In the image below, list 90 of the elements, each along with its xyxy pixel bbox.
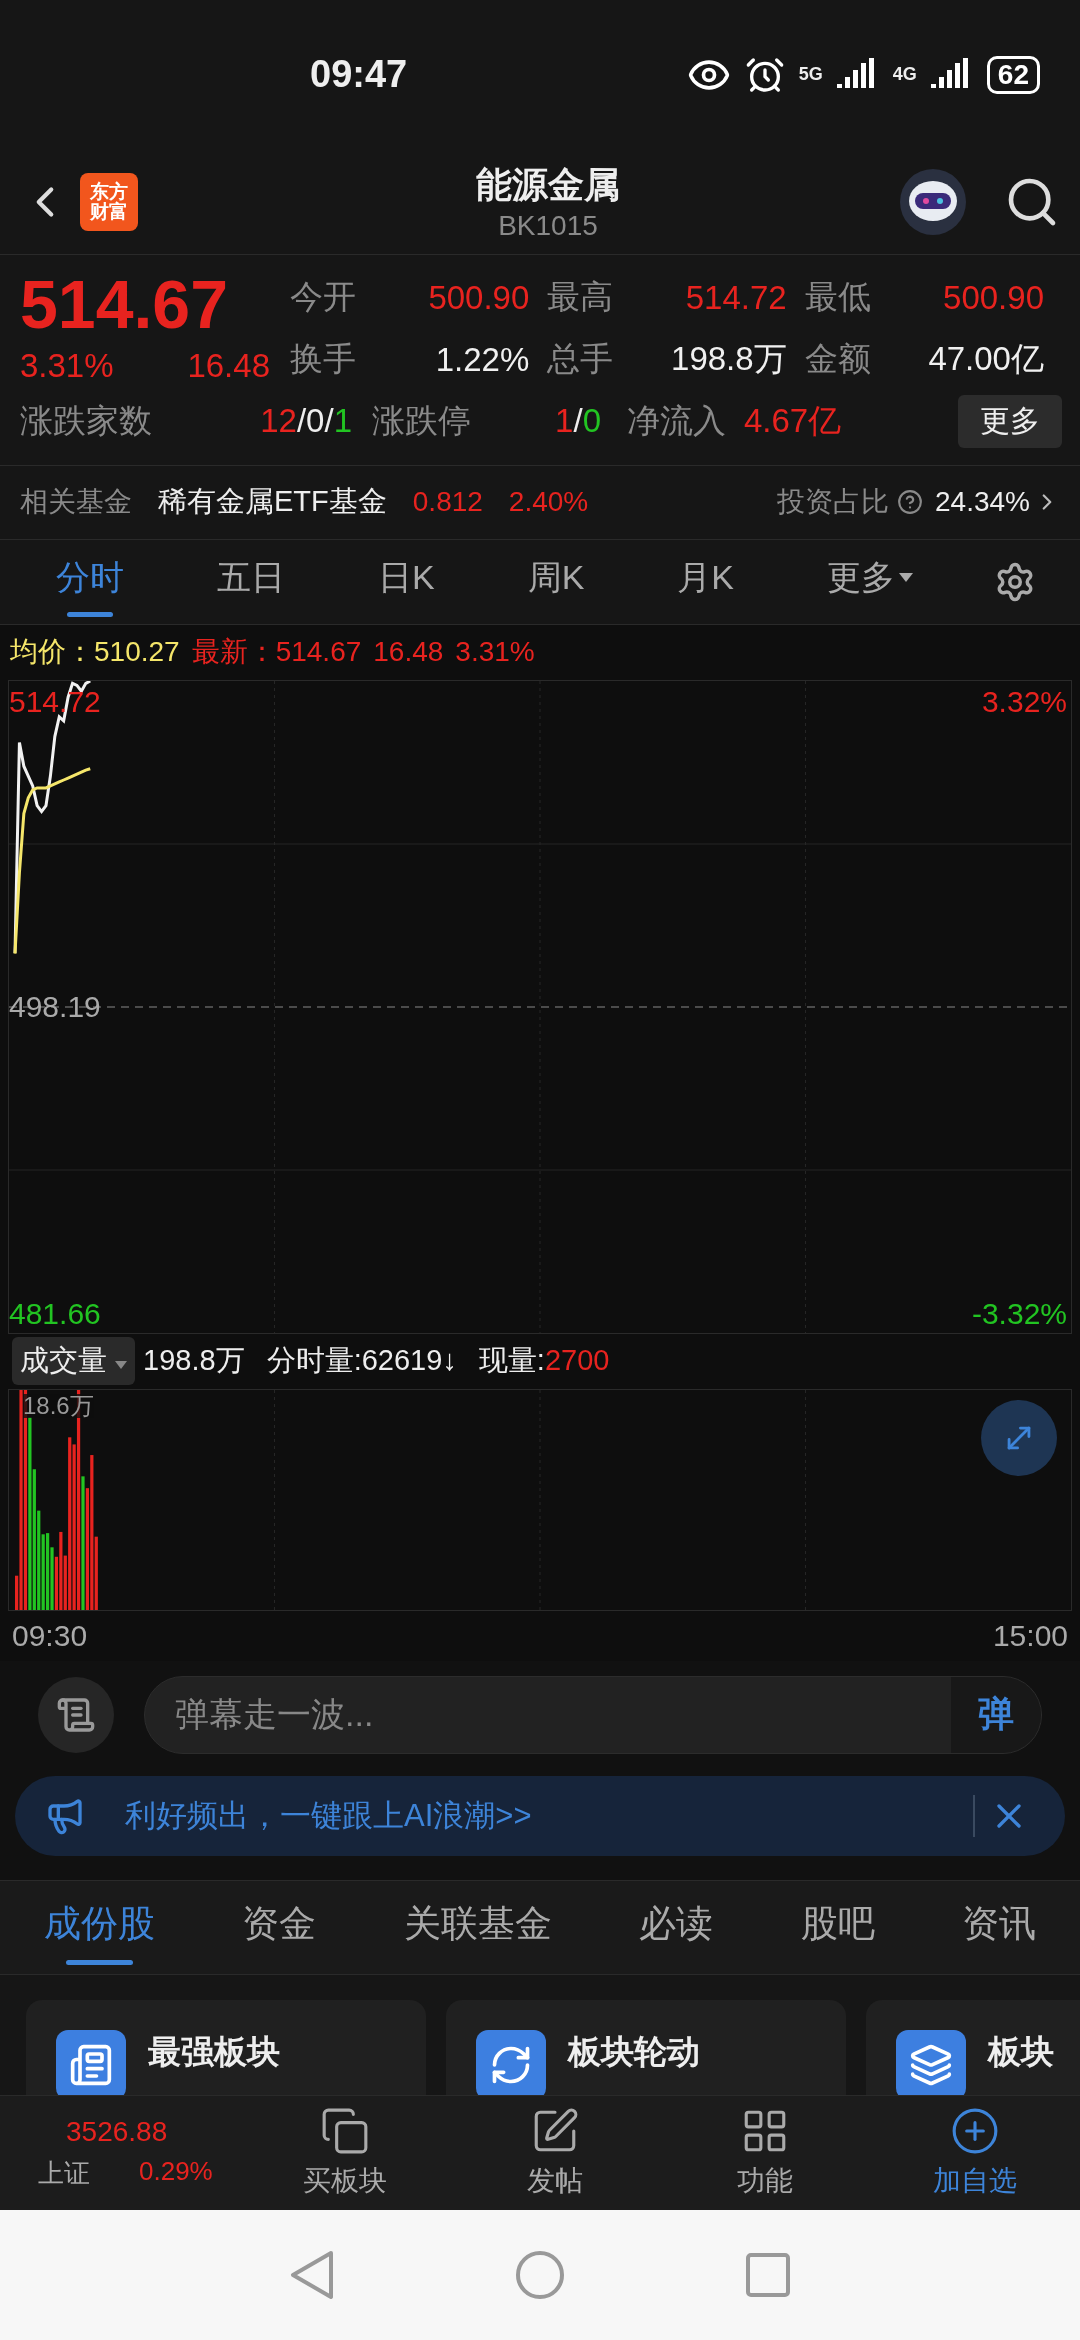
section-tab[interactable]: 资讯 <box>950 1890 1049 1965</box>
stat-value: 500.90 <box>942 278 1045 317</box>
average-price: 510.27 <box>94 636 180 668</box>
layers-icon <box>896 2030 966 2096</box>
latest-label: 最新： <box>191 635 276 669</box>
help-icon[interactable] <box>897 489 924 516</box>
ratio-value: 24.34% <box>935 486 1030 519</box>
network-label: 4G <box>892 64 917 86</box>
nav-item[interactable]: 买板块 <box>240 2105 450 2202</box>
caret-icon <box>898 572 913 583</box>
breadth-value: 12/0/1 <box>259 402 353 441</box>
stat-label: 总手 <box>547 339 615 380</box>
last-price: 514.67 <box>20 265 228 342</box>
axis-label: 18.6万 <box>23 1393 94 1418</box>
axis-label: 3.32% <box>981 686 1067 717</box>
axis-label: 481.66 <box>9 1298 101 1329</box>
home-icon[interactable] <box>515 2250 565 2301</box>
latest-change: 16.48 <box>373 636 444 668</box>
average-label: 均价： <box>10 635 94 669</box>
send-button[interactable]: 弹 <box>951 1676 1041 1753</box>
feature-card[interactable]: 板块轮动 <box>446 2000 846 2096</box>
page-title: 能源金属 <box>476 163 620 208</box>
status-time: 09:47 <box>310 53 408 97</box>
fund-name[interactable]: 稀有金属ETF基金 <box>158 482 387 523</box>
fund-label: 相关基金 <box>20 485 132 520</box>
fund-price: 0.812 <box>412 486 483 519</box>
latest-price: 514.67 <box>275 636 362 668</box>
chart-tab[interactable]: 分时 <box>44 546 137 617</box>
section-tab[interactable]: 必读 <box>627 1890 726 1965</box>
stat-label: 净流入 <box>627 400 726 441</box>
sector-code: BK1015 <box>498 210 598 243</box>
refresh-icon <box>476 2030 546 2096</box>
feature-card[interactable]: 板块 <box>866 2000 1080 2096</box>
time-label: 09:30 <box>12 1618 88 1653</box>
change-amount: 16.48 <box>187 346 270 385</box>
more-button[interactable]: 更多 <box>958 394 1062 448</box>
stat-label: 最高 <box>547 277 615 318</box>
network-label: 5G <box>798 64 823 86</box>
stat-label: 涨跌停 <box>372 400 471 441</box>
section-tab[interactable]: 关联基金 <box>391 1890 564 1965</box>
stat-value: 514.72 <box>684 278 788 317</box>
stat-label: 今开 <box>290 277 357 318</box>
stat-value: 1.22% <box>434 340 531 379</box>
stat-label: 金额 <box>804 339 872 380</box>
stat-value: 198.8万 <box>670 339 788 380</box>
chart-tab[interactable]: 五日 <box>205 546 298 617</box>
comment-field[interactable]: 弹幕走一波... 弹 <box>144 1675 1042 1754</box>
volume-total: 198.8万 <box>143 1343 245 1378</box>
ratio-label: 投资占比 <box>777 485 890 520</box>
nav-item[interactable]: 发帖 <box>450 2105 660 2202</box>
latest-percent: 3.31% <box>455 636 535 668</box>
chart-tab[interactable]: 月K <box>665 546 746 617</box>
card-title: 最强板块 <box>148 2032 280 2073</box>
stat-label: 涨跌家数 <box>20 400 152 441</box>
chart-tab[interactable]: 更多 <box>814 546 925 617</box>
axis-label: -3.32% <box>971 1298 1067 1329</box>
change-percent: 3.31% <box>20 346 114 385</box>
nav-item[interactable]: 功能 <box>660 2105 870 2202</box>
card-title: 板块轮动 <box>568 2032 700 2073</box>
index-change: 0.29% <box>139 2155 214 2188</box>
minute-volume: 分时量:62619↓ <box>266 1343 457 1378</box>
index-value: 3526.88 <box>65 2115 169 2148</box>
chart-tab[interactable]: 日K <box>366 546 447 617</box>
section-tab[interactable]: 成份股 <box>31 1890 167 1965</box>
chart-tab[interactable]: 周K <box>515 546 597 617</box>
section-tab[interactable]: 股吧 <box>788 1890 887 1965</box>
feature-card[interactable]: 最强板块 <box>26 2000 426 2096</box>
robot-icon[interactable] <box>898 166 968 237</box>
card-title: 板块 <box>988 2032 1054 2073</box>
caret-icon <box>115 1361 128 1370</box>
banner-text: 利好频出，一键跟上AI浪潮>> <box>125 1796 532 1835</box>
index-name: 上证 <box>38 2156 91 2190</box>
nav-item[interactable]: 加自选 <box>870 2105 1080 2202</box>
stat-label: 换手 <box>290 339 357 380</box>
time-label: 15:00 <box>992 1618 1068 1653</box>
newspaper-icon <box>56 2030 126 2096</box>
current-volume: 现量:2700 <box>478 1343 610 1378</box>
inflow-value: 4.67亿 <box>744 400 842 441</box>
stat-value: 500.90 <box>427 278 531 317</box>
axis-label: 498.19 <box>9 991 101 1022</box>
app-logo: 东方 财富 <box>80 172 138 231</box>
stat-value: 47.00亿 <box>927 339 1045 380</box>
stat-label: 最低 <box>804 277 872 318</box>
fund-change: 2.40% <box>508 486 589 519</box>
battery-level: 62 <box>986 55 1040 94</box>
indicator-select[interactable]: 成交量 <box>12 1337 136 1385</box>
recents-icon[interactable] <box>745 2252 791 2299</box>
promo-banner[interactable]: 利好频出，一键跟上AI浪潮>> <box>15 1775 1065 1856</box>
section-tab[interactable]: 资金 <box>230 1890 329 1965</box>
limit-value: 1/0 <box>554 402 602 441</box>
